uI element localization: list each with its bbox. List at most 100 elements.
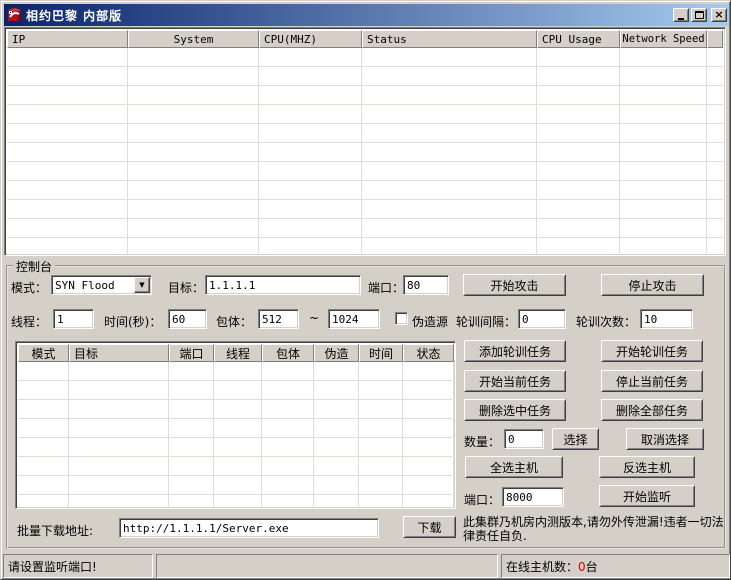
task-column-port[interactable]: 端口	[169, 344, 214, 362]
status-middle-panel	[156, 554, 498, 578]
task-table-header: 模式 目标 端口 线程 包体 伪造 时间 状态	[18, 344, 453, 362]
mode-selected-value: SYN Flood	[52, 279, 134, 292]
add-rotation-task-button[interactable]: 添加轮训任务	[464, 340, 566, 362]
table-row	[7, 86, 723, 105]
target-label: 目标：	[168, 279, 204, 296]
task-column-stub	[454, 344, 456, 362]
table-row	[18, 419, 453, 438]
task-column-status[interactable]: 状态	[403, 344, 454, 362]
table-row	[7, 238, 723, 256]
column-header-cpu-usage[interactable]: CPU Usage	[537, 30, 620, 48]
packet-label: 包体：	[216, 313, 252, 330]
column-header-status[interactable]: Status	[362, 30, 537, 48]
table-row	[18, 400, 453, 419]
column-header-system[interactable]: System	[128, 30, 259, 48]
table-row	[18, 438, 453, 457]
online-hosts-unit: 台	[586, 560, 598, 574]
window-title: 相约巴黎 内部版	[26, 7, 673, 24]
minimize-icon	[678, 18, 684, 20]
task-column-spoof[interactable]: 伪造	[314, 344, 359, 362]
mode-select[interactable]: SYN Flood ▼	[51, 275, 152, 295]
online-hosts-panel: 在线主机数：0台	[501, 554, 730, 578]
count-label: 数量：	[464, 433, 500, 450]
packet-min-input[interactable]	[258, 309, 299, 329]
table-row	[18, 362, 453, 381]
table-row	[18, 457, 453, 476]
table-row	[7, 143, 723, 162]
app-icon	[7, 7, 23, 23]
host-table: IP System CPU(MHZ) Status CPU Usage Netw…	[4, 27, 726, 256]
download-button[interactable]: 下载	[403, 516, 456, 538]
start-current-task-button[interactable]: 开始当前任务	[464, 370, 566, 392]
close-button[interactable]: ×	[711, 8, 727, 22]
stop-current-task-button[interactable]: 停止当前任务	[601, 370, 703, 392]
column-header-stub	[707, 30, 723, 48]
rotation-count-input[interactable]	[640, 309, 693, 329]
table-row	[7, 181, 723, 200]
table-row	[7, 105, 723, 124]
table-row	[7, 124, 723, 143]
table-row	[7, 67, 723, 86]
table-row	[7, 162, 723, 181]
mode-label: 模式：	[11, 279, 47, 296]
spoof-source-checkbox[interactable]	[395, 312, 408, 325]
task-column-time[interactable]: 时间	[359, 344, 403, 362]
attack-port-input[interactable]	[403, 275, 449, 295]
rotation-interval-input[interactable]	[518, 309, 566, 329]
status-message: 请设置监听端口!	[8, 560, 97, 574]
threads-label: 线程：	[11, 313, 47, 330]
invert-hosts-button[interactable]: 反选主机	[599, 456, 695, 478]
rotation-count-label: 轮训次数：	[576, 313, 636, 330]
start-rotation-task-button[interactable]: 开始轮训任务	[601, 340, 703, 362]
table-row	[7, 48, 723, 67]
rotation-interval-label: 轮训间隔：	[456, 313, 516, 330]
minimize-button[interactable]	[673, 8, 689, 22]
listen-port-label: 端口：	[464, 491, 500, 508]
task-column-packet[interactable]: 包体	[262, 344, 314, 362]
column-header-network-speed[interactable]: Network Speed	[620, 30, 707, 48]
notice-text: 此集群乃机房内测版本,请勿外传泄漏!违者一切法律责任自负.	[463, 515, 731, 543]
host-table-header: IP System CPU(MHZ) Status CPU Usage Netw…	[7, 30, 723, 48]
status-message-panel: 请设置监听端口!	[3, 554, 153, 578]
select-all-hosts-button[interactable]: 全选主机	[465, 456, 563, 478]
task-column-mode[interactable]: 模式	[18, 344, 69, 362]
spoof-source-label: 伪造源	[412, 313, 448, 330]
online-hosts-count: 0	[578, 560, 586, 574]
target-input[interactable]	[205, 275, 361, 295]
task-table-body	[18, 362, 453, 509]
delete-selected-task-button[interactable]: 删除选中任务	[464, 399, 566, 421]
column-header-ip[interactable]: IP	[7, 30, 128, 48]
start-listen-button[interactable]: 开始监听	[599, 485, 695, 507]
close-icon: ×	[714, 10, 723, 20]
column-header-cpu-mhz[interactable]: CPU(MHZ)	[259, 30, 362, 48]
range-tilde: ~	[309, 311, 319, 325]
listen-port-input[interactable]	[502, 487, 564, 507]
maximize-button[interactable]	[691, 8, 707, 22]
packet-max-input[interactable]	[328, 309, 380, 329]
time-label: 时间(秒)：	[104, 313, 161, 330]
table-row	[18, 495, 453, 509]
time-input[interactable]	[168, 309, 207, 329]
table-row	[7, 200, 723, 219]
attack-port-label: 端口：	[368, 279, 404, 296]
online-hosts-label: 在线主机数：	[506, 560, 578, 574]
start-attack-button[interactable]: 开始攻击	[463, 274, 566, 296]
threads-input[interactable]	[53, 309, 94, 329]
title-bar[interactable]: 相约巴黎 内部版 ×	[4, 4, 729, 26]
chevron-down-icon[interactable]: ▼	[134, 277, 150, 293]
app-window: 相约巴黎 内部版 × IP System CPU(MHZ) Status CPU…	[0, 0, 731, 580]
task-column-threads[interactable]: 线程	[214, 344, 262, 362]
delete-all-task-button[interactable]: 删除全部任务	[601, 399, 703, 421]
task-column-target[interactable]: 目标	[69, 344, 169, 362]
table-row	[7, 219, 723, 238]
task-table: 模式 目标 端口 线程 包体 伪造 时间 状态	[15, 341, 456, 509]
download-url-label: 批量下载地址:	[17, 522, 93, 539]
console-legend: 控制台	[13, 258, 55, 275]
host-table-body	[7, 48, 723, 256]
count-input[interactable]	[504, 429, 544, 449]
stop-attack-button[interactable]: 停止攻击	[601, 274, 704, 296]
download-url-input[interactable]	[119, 518, 379, 538]
table-row	[18, 381, 453, 400]
cancel-select-button[interactable]: 取消选择	[626, 428, 704, 450]
select-button[interactable]: 选择	[552, 428, 599, 450]
